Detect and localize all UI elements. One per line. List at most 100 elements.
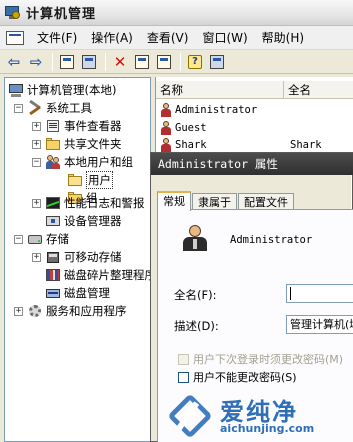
tree-item-event-viewer[interactable]: 事件查看器 bbox=[45, 117, 122, 135]
toolbar-separator bbox=[105, 52, 106, 71]
menu-action[interactable]: 操作(A) bbox=[84, 27, 140, 49]
expand-toggle[interactable]: + bbox=[32, 140, 41, 149]
account-name: Administrator bbox=[230, 234, 313, 246]
tree-item-label: 共享文件夹 bbox=[64, 137, 122, 151]
user-name: Shark bbox=[175, 139, 207, 151]
fullname-input[interactable] bbox=[286, 284, 353, 303]
properties-icon bbox=[135, 54, 149, 69]
event-viewer-icon bbox=[45, 118, 61, 134]
collapse-toggle[interactable]: − bbox=[14, 235, 23, 244]
properties-button[interactable] bbox=[132, 52, 152, 72]
show-hide-action-pane-button[interactable] bbox=[207, 52, 227, 72]
console-tree: 计算机管理(本地) − 系统工具 + 事件查看器 + 共享文件夹 − 本地用户和… bbox=[4, 77, 151, 442]
menu-window[interactable]: 窗口(W) bbox=[195, 27, 254, 49]
show-hide-tree-button[interactable] bbox=[79, 52, 99, 72]
system-menu-icon[interactable] bbox=[6, 30, 24, 45]
performance-icon bbox=[45, 195, 61, 211]
computer-icon bbox=[8, 82, 24, 98]
list-row-guest[interactable]: Guest bbox=[156, 120, 353, 136]
expand-toggle[interactable]: + bbox=[32, 253, 41, 262]
fullname-label: 全名(F): bbox=[174, 288, 217, 302]
back-arrow-icon[interactable]: ⇦ bbox=[4, 52, 24, 72]
toolbar: ⇦ ⇨ ✕ ? bbox=[0, 50, 353, 74]
watermark: 爱纯净 aichunjing.com bbox=[160, 392, 353, 442]
toolbar-separator bbox=[180, 52, 181, 71]
expand-toggle[interactable]: + bbox=[32, 122, 41, 131]
tree-item-label: 本地用户和组 bbox=[64, 155, 133, 169]
collapse-toggle[interactable]: − bbox=[32, 158, 41, 167]
tree-item-label: 可移动存储 bbox=[64, 250, 122, 264]
menu-file[interactable]: 文件(F) bbox=[30, 27, 84, 49]
watermark-url: aichunjing.com bbox=[220, 422, 315, 435]
tree-item-label: 存储 bbox=[46, 232, 69, 246]
export-list-button[interactable] bbox=[154, 52, 174, 72]
open-folder-icon bbox=[67, 172, 83, 188]
user-icon bbox=[159, 138, 173, 152]
storage-icon bbox=[27, 231, 43, 247]
delete-icon[interactable]: ✕ bbox=[110, 52, 130, 72]
tree-item-label: 磁盘碎片整理程序 bbox=[64, 268, 151, 282]
tree-item-local-users-groups[interactable]: 本地用户和组 bbox=[45, 153, 133, 171]
help-button[interactable]: ? bbox=[185, 52, 205, 72]
tree-item-device-manager[interactable]: 设备管理器 bbox=[45, 212, 122, 230]
tree-item-label: 服务和应用程序 bbox=[46, 304, 127, 318]
list-row-shark[interactable]: Shark Shark bbox=[156, 137, 353, 153]
checkbox-label: 用户不能更改密码(S) bbox=[193, 371, 297, 384]
tree-item-label: 设备管理器 bbox=[64, 214, 122, 228]
user-name: Administrator bbox=[175, 104, 258, 116]
user-fullname: Shark bbox=[290, 139, 322, 151]
user-account-icon bbox=[180, 225, 210, 255]
tree-item-disk-defragmenter[interactable]: 磁盘碎片整理程序 bbox=[45, 266, 151, 284]
tree-item-label: 事件查看器 bbox=[64, 119, 122, 133]
help-icon: ? bbox=[188, 54, 202, 69]
menu-bar: 文件(F) 操作(A) 查看(V) 窗口(W) 帮助(H) bbox=[0, 26, 353, 50]
toolbar-separator bbox=[52, 52, 53, 71]
must-change-password-checkbox[interactable]: 用户下次登录时须更改密码(M) bbox=[178, 351, 343, 367]
tree-item-label: 用户 bbox=[86, 171, 113, 189]
tree-item-users[interactable]: 用户 bbox=[67, 171, 113, 189]
action-pane-icon bbox=[210, 54, 224, 69]
tree-item-perf-logs[interactable]: 性能日志和警报 bbox=[45, 194, 145, 212]
services-icon bbox=[27, 303, 43, 319]
menu-help[interactable]: 帮助(H) bbox=[255, 27, 311, 49]
tree-item-services-apps[interactable]: 服务和应用程序 bbox=[27, 302, 127, 320]
tree-item-disk-management[interactable]: 磁盘管理 bbox=[45, 284, 110, 302]
forward-arrow-icon[interactable]: ⇨ bbox=[26, 52, 46, 72]
computer-management-icon bbox=[4, 5, 20, 21]
up-folder-button[interactable] bbox=[57, 52, 77, 72]
checkbox-square bbox=[178, 353, 189, 365]
column-header-fullname[interactable]: 全名 bbox=[284, 81, 353, 99]
users-groups-icon bbox=[45, 154, 61, 170]
list-row-administrator[interactable]: Administrator bbox=[156, 102, 353, 118]
shared-folder-icon bbox=[45, 136, 61, 152]
dialog-tabs: 常规 隶属于 配置文件 bbox=[157, 191, 295, 211]
export-list-icon bbox=[157, 54, 171, 69]
expand-toggle[interactable]: + bbox=[32, 199, 41, 208]
tree-item-removable-storage[interactable]: 可移动存储 bbox=[45, 248, 122, 266]
column-header-name[interactable]: 名称 bbox=[156, 81, 284, 99]
menu-view[interactable]: 查看(V) bbox=[140, 27, 196, 49]
tree-item-storage[interactable]: 存储 bbox=[27, 230, 69, 248]
text-caret bbox=[290, 286, 291, 300]
tree-item-label: 磁盘管理 bbox=[64, 286, 110, 300]
tree-item-label: 计算机管理(本地) bbox=[27, 83, 117, 97]
expand-toggle[interactable]: + bbox=[14, 307, 23, 316]
tree-item-system-tools[interactable]: 系统工具 bbox=[27, 99, 92, 117]
brand-logo-icon bbox=[167, 393, 218, 439]
description-label: 描述(D): bbox=[174, 319, 219, 333]
tree-item-shared-folders[interactable]: 共享文件夹 bbox=[45, 135, 122, 153]
user-name: Guest bbox=[175, 122, 207, 134]
collapse-toggle[interactable]: − bbox=[14, 104, 23, 113]
user-icon bbox=[159, 121, 173, 135]
tab-general[interactable]: 常规 bbox=[157, 191, 191, 211]
disk-management-icon bbox=[45, 285, 61, 301]
removable-storage-icon bbox=[45, 249, 61, 265]
user-icon bbox=[159, 103, 173, 117]
window-title: 计算机管理 bbox=[26, 7, 97, 22]
description-input[interactable]: 管理计算机(域) bbox=[286, 315, 353, 334]
cannot-change-password-checkbox[interactable]: 用户不能更改密码(S) bbox=[178, 369, 297, 385]
console-tree-icon bbox=[82, 54, 96, 69]
checkbox-square bbox=[178, 371, 189, 383]
computer-management-window: 计算机管理 文件(F) 操作(A) 查看(V) 窗口(W) 帮助(H) ⇦ ⇨ … bbox=[0, 0, 353, 442]
tree-item-computer-management[interactable]: 计算机管理(本地) bbox=[8, 81, 116, 99]
